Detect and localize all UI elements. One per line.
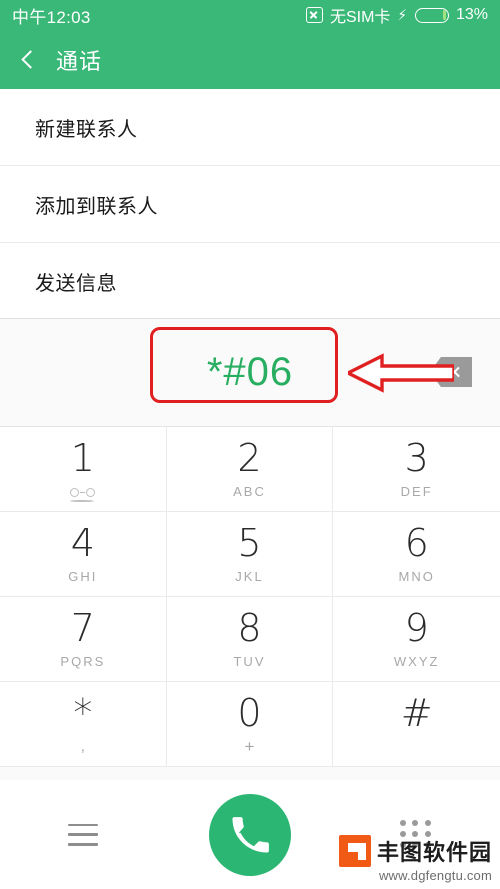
dialpad-key-1[interactable]: 1 [0,427,167,512]
battery-icon [414,7,449,23]
call-button[interactable] [209,793,291,876]
dialpad-key-letters: PQRS [60,654,106,669]
title-bar: 通话 [0,30,500,89]
dialpad-grid-icon [399,819,434,850]
status-time: 中午12:03 [12,7,91,27]
dialpad-key-digit: 9 [404,606,429,650]
voicemail-icon [70,486,96,502]
dialpad-key-digit: 5 [237,521,262,565]
sim-card-disabled-icon [305,7,323,23]
phone-screen: 中午12:03 无SIM卡 ⚡ 13% 通话 新建联系人 添加到联系人 发送信息… [0,0,500,889]
dialpad-key-letters: ABC [233,484,266,499]
dialpad-key-5[interactable]: 5 JKL [166,512,334,597]
dialpad-key-digit: 1 [70,436,95,480]
dialpad-key-8[interactable]: 8 TUV [166,597,334,682]
dialpad-key-letters: GHI [68,569,98,584]
battery-percent-label: 13% [455,6,488,23]
list-item[interactable]: 添加到联系人 [0,166,500,243]
dialpad-key-hash[interactable]: # [333,682,500,767]
dialpad-key-0[interactable]: 0 + [166,682,334,767]
dialpad-key-2[interactable]: 2 ABC [166,427,334,512]
dialpad-key-letters: , [80,738,85,755]
call-button-slot [167,780,334,889]
dialpad-key-letters: + [244,737,255,756]
dialpad-key-digit: * [73,691,93,735]
dialpad-key-digit: 2 [237,436,262,480]
page-title: 通话 [56,48,103,74]
battery-fill [442,10,447,20]
phone-handset-icon [232,816,269,852]
dialpad-keys: 1 2 ABC 3 DEF 4 GHI 5 JKL 6 MNO 7 PQRS 8… [0,426,500,767]
dialpad-key-letters: DEF [400,484,433,499]
dialpad-key-6[interactable]: 6 MNO [333,512,500,597]
menu-button[interactable] [0,780,167,889]
dialpad-key-3[interactable]: 3 DEF [333,427,500,512]
list-item-label: 新建联系人 [35,118,138,141]
dialpad-key-letters: MNO [398,569,435,584]
dialpad-key-letters: TUV [233,654,266,669]
list-item[interactable]: 新建联系人 [0,89,500,166]
dialpad-key-digit: 6 [404,521,429,565]
dialed-number-row: *#06 [0,319,500,426]
dialpad-key-letters: WXYZ [393,654,440,669]
chevron-left-icon[interactable] [15,47,41,73]
status-indicators: 无SIM卡 ⚡ 13% [305,3,488,27]
dialpad-key-digit: 7 [70,606,95,650]
dialpad-key-digit: 4 [70,521,95,565]
dialpad-key-star[interactable]: * , [0,682,167,767]
hamburger-menu-icon [68,823,99,846]
dialed-number-display[interactable]: *#06 [207,350,293,395]
list-item[interactable]: 发送信息 [0,243,500,318]
bottom-action-bar [0,780,500,889]
sim-status-text: 无SIM卡 [329,9,391,26]
dialpad-key-digit: # [400,691,433,735]
backspace-shape [430,357,472,387]
lightning-bolt-icon: ⚡ [398,6,408,24]
list-item-label: 添加到联系人 [35,195,158,218]
list-item-label: 发送信息 [35,272,117,295]
dialpad-key-digit: 8 [237,606,262,650]
status-bar: 中午12:03 无SIM卡 ⚡ 13% [0,0,500,30]
backspace-delete-icon[interactable] [430,357,472,387]
dialpad-key-9[interactable]: 9 WXYZ [333,597,500,682]
dialpad-key-4[interactable]: 4 GHI [0,512,167,597]
contact-action-list: 新建联系人 添加到联系人 发送信息 [0,89,500,318]
dialpad-key-digit: 0 [237,691,262,735]
dialpad-key-7[interactable]: 7 PQRS [0,597,167,682]
dialpad-key-letters: JKL [235,569,264,584]
dialpad-key-digit: 3 [404,436,429,480]
dialpad-toggle-button[interactable] [333,780,500,889]
